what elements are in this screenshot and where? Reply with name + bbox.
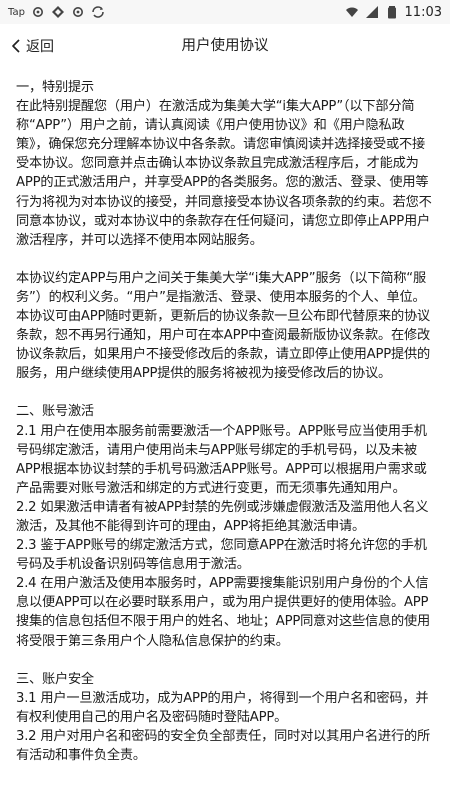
section-account-security: 三、账户安全 3.1 用户一旦激活成功，成为APP的用户，将得到一个用户名和密码… (16, 670, 436, 765)
section-paragraph: 3.2 用户对用户名和密码的安全负全部责任，同时对以其用户名进行的所有活动和事件… (16, 728, 430, 763)
section-special-notice: 一，特别提示 在此特别提醒您（用户）在激活成为集美大学“i集大APP”（以下部分… (16, 78, 436, 250)
section-paragraph: 2.3 鉴于APP账号的绑定激活方式，您同意APP在激活时将允许您的手机号码及手… (16, 538, 427, 573)
sync-icon (91, 5, 105, 19)
section-paragraph: 本协议约定APP与用户之间关于集美大学“i集大APP”服务（以下简称“服务”）的… (16, 270, 430, 382)
agreement-content[interactable]: 一，特别提示 在此特别提醒您（用户）在激活成为集美大学“i集大APP”（以下部分… (16, 78, 436, 800)
section-title: 二、账号激活 (16, 404, 94, 420)
battery-icon (385, 5, 399, 19)
section-title: 三、账户安全 (16, 671, 94, 687)
signal-icon (365, 5, 379, 19)
section-paragraph: 2.1 用户在使用本服务前需要激活一个APP账号。APP账号应当使用手机号码绑定… (16, 423, 427, 496)
status-time: 11:03 (404, 4, 442, 20)
status-bar: Tap 11:03 (0, 0, 450, 24)
back-label: 返回 (26, 39, 54, 55)
section-paragraph: 3.1 用户一旦激活成功，成为APP的用户，将得到一个用户名和密码，并有权利使用… (16, 690, 429, 725)
status-left: Tap (8, 5, 105, 19)
section-agreement-scope: 本协议约定APP与用户之间关于集美大学“i集大APP”服务（以下简称“服务”）的… (16, 269, 436, 384)
back-button[interactable]: 返回 (8, 24, 54, 68)
wifi-icon (345, 5, 359, 19)
section-paragraph: 在此特别提醒您（用户）在激活成为集美大学“i集大APP”（以下部分简称“APP”… (16, 99, 432, 248)
gear-icon (71, 5, 85, 19)
page-title: 用户使用协议 (181, 38, 269, 54)
section-title: 一，特别提示 (16, 80, 94, 95)
gear-icon (31, 5, 45, 19)
chevron-left-icon (8, 38, 24, 54)
section-paragraph: 2.4 在用户激活及使用本服务时，APP需要搜集能识别用户身份的个人信息以便AP… (16, 576, 430, 649)
nav-bar: 返回 用户使用协议 (0, 24, 450, 68)
diamond-icon (51, 5, 65, 19)
status-right: 11:03 (345, 5, 442, 20)
section-account-activation: 二、账号激活 2.1 用户在使用本服务前需要激活一个APP账号。APP账号应当使… (16, 402, 436, 650)
status-carrier: Tap (8, 6, 25, 18)
section-paragraph: 2.2 如果激活申请者有被APP封禁的先例或涉嫌虚假激活及滥用他人名义激活，及其… (16, 499, 429, 534)
